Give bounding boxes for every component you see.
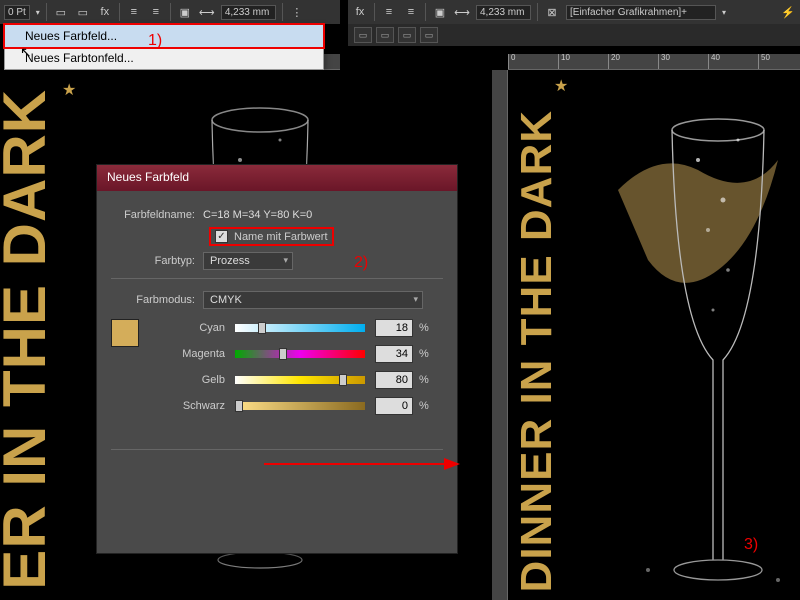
divider	[111, 278, 443, 279]
frame-icon[interactable]: ⊠	[544, 4, 560, 20]
ruler-tick: 40	[708, 54, 758, 69]
options-icon[interactable]: ⋮	[289, 4, 305, 20]
control-panel-right: fx ≡ ≡ ▣ ⟷ ⊠ [Einfacher Grafikrahmen]+ ▾…	[348, 0, 800, 24]
separator	[170, 3, 171, 21]
separator	[537, 3, 538, 21]
farbmodus-select[interactable]: CMYK	[203, 291, 423, 309]
flash-icon[interactable]: ⚡	[780, 4, 796, 20]
align-icon-2[interactable]: ≡	[403, 4, 419, 20]
magenta-value[interactable]	[375, 345, 413, 363]
dropdown-arrow-icon[interactable]: ▾	[722, 8, 726, 17]
farbtyp-select[interactable]: Prozess	[203, 252, 293, 270]
dimension-field[interactable]	[476, 5, 531, 20]
fx-icon[interactable]: fx	[97, 4, 113, 20]
pct-label: %	[419, 348, 429, 360]
gelb-value[interactable]	[375, 371, 413, 389]
crop-icon[interactable]: ▣	[177, 4, 193, 20]
ruler-horizontal-right: 0 10 20 30 40 50	[508, 54, 800, 70]
annotation-3: 3)	[744, 536, 758, 554]
dropdown-arrow-icon[interactable]: ▾	[36, 8, 40, 17]
cyan-slider[interactable]	[235, 324, 365, 332]
cursor-icon: ↖	[20, 44, 32, 61]
color-preview-swatch	[111, 319, 139, 347]
gelb-slider[interactable]	[235, 376, 365, 384]
divider	[111, 449, 443, 450]
schwarz-slider[interactable]	[235, 402, 365, 410]
fx-icon[interactable]: fx	[352, 4, 368, 20]
tool-icon[interactable]: ▭	[376, 27, 394, 43]
document-canvas-right[interactable]: DINNER IN THE DARK ★	[508, 70, 788, 600]
annotation-2: 2)	[354, 254, 368, 272]
champagne-glass-graphic	[598, 70, 788, 600]
ruler-tick: 30	[658, 54, 708, 69]
farbmodus-label: Farbmodus:	[111, 294, 203, 306]
separator	[374, 3, 375, 21]
ruler-tick: 10	[558, 54, 608, 69]
cyan-label: Cyan	[149, 322, 235, 334]
separator	[425, 3, 426, 21]
pct-label: %	[419, 322, 429, 334]
dialog-body: Farbfeldname: C=18 M=34 Y=80 K=0 ✓ Name …	[97, 191, 457, 472]
ruler-vertical	[492, 70, 508, 600]
design-artwork: DINNER IN THE DARK ★	[508, 70, 788, 600]
ruler-tick: 50	[758, 54, 800, 69]
cyan-value[interactable]	[375, 319, 413, 337]
star-icon: ★	[554, 76, 568, 96]
swatches-context-menu: Neues Farbfeld... Neues Farbtonfeld...	[4, 24, 324, 70]
pct-label: %	[419, 400, 429, 412]
object-style-dropdown[interactable]: [Einfacher Grafikrahmen]+	[566, 5, 716, 20]
dimension-field[interactable]	[221, 5, 276, 20]
separator	[282, 3, 283, 21]
stroke-weight-field[interactable]: 0 Pt	[4, 5, 30, 20]
dim-icon: ⟷	[199, 4, 215, 20]
farbtyp-label: Farbtyp:	[111, 255, 203, 267]
magenta-slider[interactable]	[235, 350, 365, 358]
align-icon[interactable]: ≡	[126, 4, 142, 20]
dialog-titlebar[interactable]: Neues Farbfeld	[97, 165, 457, 191]
align-icon[interactable]: ≡	[381, 4, 397, 20]
gelb-label: Gelb	[149, 374, 235, 386]
align-icon-2[interactable]: ≡	[148, 4, 164, 20]
tool-icon[interactable]: ▭	[420, 27, 438, 43]
crop-icon[interactable]: ▣	[432, 4, 448, 20]
new-swatch-dialog: Neues Farbfeld Farbfeldname: C=18 M=34 Y…	[96, 164, 458, 554]
name-mit-farbwert-label: Name mit Farbwert	[234, 231, 328, 243]
ruler-tick: 20	[608, 54, 658, 69]
schwarz-value[interactable]	[375, 397, 413, 415]
headline-text: ER IN THE DARK	[0, 89, 59, 590]
tool-icon[interactable]: ▭	[398, 27, 416, 43]
toolbar-row-2: ▭ ▭ ▭ ▭	[348, 24, 800, 46]
swatch-icon-2[interactable]: ▭	[75, 4, 91, 20]
farbfeldname-label: Farbfeldname:	[111, 209, 203, 221]
tool-icon[interactable]: ▭	[354, 27, 372, 43]
swatch-icon[interactable]: ▭	[53, 4, 69, 20]
menu-item-neues-farbtonfeld[interactable]: Neues Farbtonfeld...	[5, 47, 323, 69]
name-mit-farbwert-row[interactable]: ✓ Name mit Farbwert	[211, 229, 332, 244]
separator	[119, 3, 120, 21]
annotation-1: 1)	[148, 32, 162, 50]
annotation-arrow	[264, 454, 464, 474]
checkbox-icon[interactable]: ✓	[215, 230, 228, 243]
star-icon: ★	[62, 80, 76, 100]
pct-label: %	[419, 374, 429, 386]
farbfeldname-value: C=18 M=34 Y=80 K=0	[203, 209, 312, 221]
ruler-tick: 0	[508, 54, 558, 69]
schwarz-label: Schwarz	[149, 400, 235, 412]
magenta-label: Magenta	[149, 348, 235, 360]
headline-text: DINNER IN THE DARK	[512, 110, 562, 592]
separator	[46, 3, 47, 21]
control-panel-left: 0 Pt ▾ ▭ ▭ fx ≡ ≡ ▣ ⟷ ⋮	[0, 0, 340, 24]
menu-item-neues-farbfeld[interactable]: Neues Farbfeld...	[5, 25, 323, 47]
dim-icon: ⟷	[454, 4, 470, 20]
